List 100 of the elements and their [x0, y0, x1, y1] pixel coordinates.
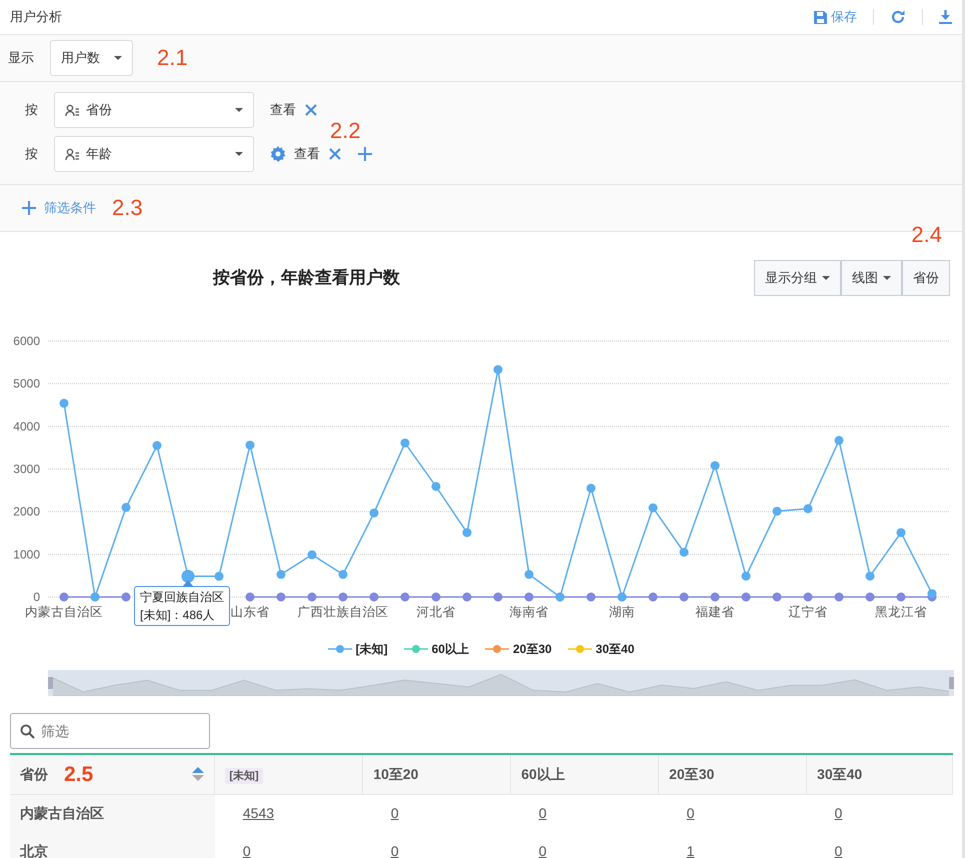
callout-label: 2.2 [330, 120, 361, 142]
legend-label: 20至30 [512, 641, 552, 658]
row-header: 北京 [20, 842, 48, 858]
chart-option-button[interactable]: 显示分组 [754, 260, 841, 296]
data-point[interactable] [648, 592, 658, 602]
x-axis-label: 河北省 [416, 605, 456, 619]
chart-option-button[interactable]: 线图 [841, 260, 902, 296]
callout-label: 2.5 [64, 764, 94, 785]
data-point[interactable] [772, 506, 782, 516]
data-point[interactable] [896, 528, 906, 538]
filter-input[interactable]: 筛选 [10, 713, 210, 749]
data-point[interactable] [308, 592, 316, 602]
y-axis-label: 4000 [13, 419, 40, 434]
data-point[interactable] [400, 592, 410, 602]
data-point[interactable] [742, 592, 750, 602]
data-point[interactable] [214, 572, 224, 581]
cell-link[interactable]: 4543 [242, 804, 274, 821]
user-list-icon [65, 104, 80, 116]
column-header: 20至30 [669, 766, 714, 782]
refresh-icon[interactable] [890, 9, 906, 25]
cell-link[interactable]: 0 [538, 842, 547, 858]
cell-link[interactable]: 1 [686, 842, 694, 858]
data-point[interactable] [866, 572, 874, 581]
data-point[interactable] [494, 592, 502, 602]
data-point[interactable] [928, 589, 936, 598]
data-point[interactable] [772, 592, 782, 602]
cell-link[interactable]: 0 [834, 804, 842, 821]
x-tick-label: 宁夏回族自治区 [140, 589, 224, 606]
x-axis-label: 辽宁省 [788, 605, 828, 619]
data-point[interactable] [804, 504, 812, 514]
remove-icon[interactable] [304, 103, 318, 117]
data-point[interactable] [60, 592, 68, 602]
data-point[interactable] [586, 592, 596, 602]
data-point[interactable] [338, 570, 348, 579]
data-point[interactable] [710, 461, 720, 470]
data-point[interactable] [680, 592, 688, 602]
data-point[interactable] [494, 365, 502, 374]
settings-icon[interactable] [270, 146, 286, 162]
data-point[interactable] [742, 572, 750, 581]
cell-link[interactable]: 0 [242, 842, 251, 858]
y-axis-label: 0 [33, 590, 40, 604]
data-point[interactable] [122, 592, 130, 602]
data-point[interactable] [308, 550, 316, 560]
data-point[interactable] [524, 570, 534, 579]
data-point[interactable] [338, 592, 348, 602]
data-point[interactable] [370, 592, 378, 602]
plus-icon [22, 201, 36, 215]
measure-dropdown[interactable]: 用户数 [50, 40, 133, 76]
add-icon[interactable] [358, 147, 372, 161]
legend-label: 60以上 [432, 641, 469, 658]
data-point[interactable] [432, 482, 440, 491]
data-point[interactable] [122, 502, 130, 512]
cell-link[interactable]: 0 [686, 804, 694, 821]
data-point[interactable] [834, 436, 844, 445]
data-point[interactable] [834, 592, 844, 602]
y-axis-label: 6000 [13, 334, 40, 348]
data-point[interactable] [400, 438, 410, 448]
legend-label: 30至40 [596, 641, 634, 658]
chart-tooltip: 宁夏回族自治区 [未知]：486人 [134, 586, 230, 626]
data-point[interactable] [276, 570, 286, 579]
page-title: 用户分析 [10, 8, 62, 26]
callout-label: 2.4 [911, 224, 942, 246]
highlighted-point[interactable] [182, 570, 194, 583]
cell-link[interactable]: 0 [834, 842, 842, 858]
data-point[interactable] [462, 592, 472, 602]
save-icon [814, 10, 827, 24]
data-point[interactable] [866, 592, 874, 602]
cell-link[interactable]: 0 [538, 804, 547, 821]
data-point[interactable] [462, 528, 472, 538]
data-point[interactable] [60, 398, 68, 408]
data-point[interactable] [586, 484, 596, 493]
data-point[interactable] [432, 592, 440, 602]
data-point[interactable] [710, 592, 720, 602]
y-axis-label: 1000 [13, 547, 40, 562]
chart-option-button[interactable]: 省份 [902, 260, 950, 296]
remove-icon[interactable] [328, 147, 342, 161]
sort-icon[interactable] [192, 767, 204, 782]
cell-link[interactable]: 0 [390, 842, 399, 858]
group-field-dropdown[interactable]: 省份 [54, 92, 254, 128]
column-header: 30至40 [817, 766, 862, 782]
data-point[interactable] [246, 592, 254, 602]
slider-handle[interactable] [949, 677, 954, 689]
data-point[interactable] [276, 592, 286, 602]
data-point[interactable] [524, 592, 534, 602]
group-field-dropdown[interactable]: 年龄 [54, 136, 254, 172]
group-prefix: 按 [25, 145, 38, 164]
slider-handle[interactable] [48, 677, 53, 689]
data-point[interactable] [246, 440, 254, 450]
data-point[interactable] [896, 592, 906, 602]
cell-link[interactable]: 0 [390, 804, 399, 821]
data-point[interactable] [804, 592, 812, 602]
annotation: [未知]：486人 [140, 607, 216, 624]
data-point[interactable] [680, 548, 688, 557]
chart-title: 按省份，年龄查看用户数 [213, 267, 400, 290]
data-point[interactable] [648, 503, 658, 512]
download-icon[interactable] [939, 10, 952, 24]
data-point[interactable] [152, 441, 162, 450]
x-axis-label: 内蒙古自治区 [25, 605, 103, 619]
data-point[interactable] [370, 508, 378, 518]
row-header: 内蒙古自治区 [20, 804, 104, 821]
